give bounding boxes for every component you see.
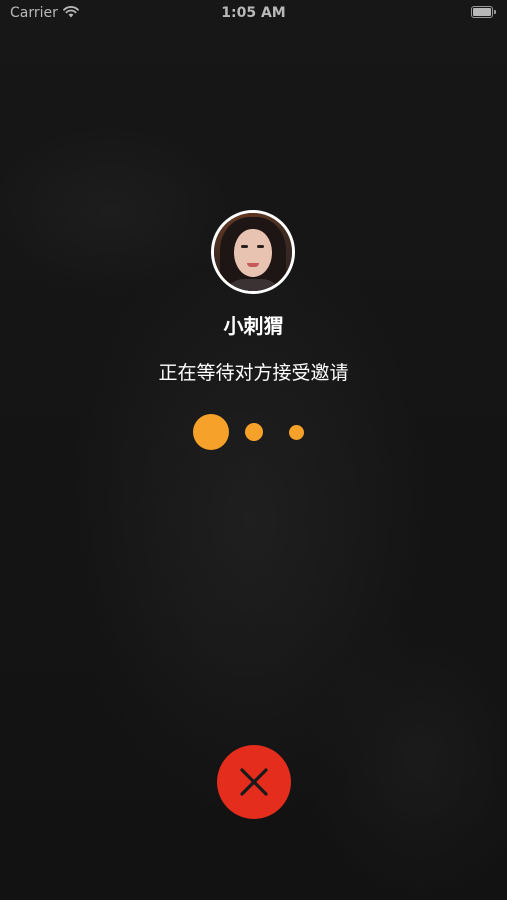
avatar-eye bbox=[257, 245, 264, 248]
status-bar: Carrier 1:05 AM bbox=[0, 0, 507, 26]
close-icon bbox=[240, 768, 268, 796]
call-status-text: 正在等待对方接受邀请 bbox=[158, 362, 349, 384]
battery-icon bbox=[471, 6, 496, 18]
video-call-waiting-screen: Carrier 1:05 AM 小刺猬 正在等待对方接受邀请 bbox=[0, 0, 507, 900]
waiting-dot bbox=[245, 423, 263, 441]
hang-up-button[interactable] bbox=[217, 745, 291, 819]
callee-avatar bbox=[211, 210, 295, 294]
status-time: 1:05 AM bbox=[221, 5, 286, 21]
waiting-dot bbox=[289, 425, 304, 440]
callee-name: 小刺猬 bbox=[223, 314, 284, 338]
waiting-dot bbox=[193, 414, 229, 450]
avatar-face bbox=[234, 229, 272, 277]
avatar-eye bbox=[241, 245, 248, 248]
